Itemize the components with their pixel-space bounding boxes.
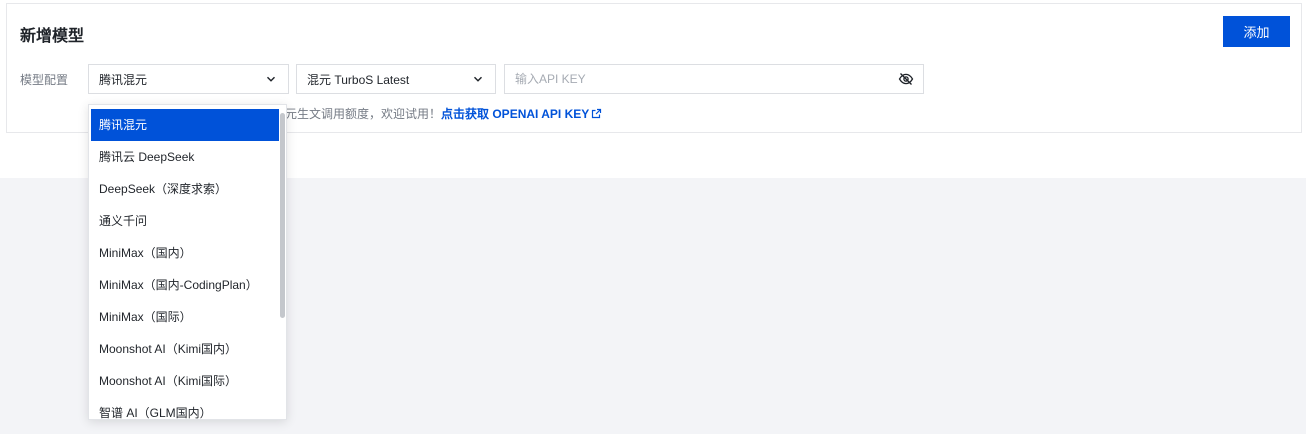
- chevron-down-icon: [264, 72, 278, 86]
- dropdown-item[interactable]: MiniMax（国内-CodingPlan）: [91, 269, 279, 301]
- model-select-value: 混元 TurboS Latest: [307, 72, 410, 87]
- dropdown-item[interactable]: 智谱 AI（GLM国内）: [91, 397, 279, 419]
- dropdown-item[interactable]: Moonshot AI（Kimi国内）: [91, 333, 279, 365]
- hint-message: 元生文调用额度，欢迎试用！: [285, 107, 442, 121]
- hint-text: 元生文调用额度，欢迎试用！点击获取 OPENAI API KEY: [285, 105, 602, 122]
- external-link-icon: [592, 108, 602, 119]
- model-config-label: 模型配置: [20, 73, 69, 87]
- api-key-input[interactable]: [515, 72, 897, 86]
- panel-title: 新增模型: [20, 28, 85, 45]
- dropdown-item[interactable]: DeepSeek（深度求索）: [91, 173, 279, 205]
- chevron-down-icon: [471, 72, 485, 86]
- model-select[interactable]: 混元 TurboS Latest: [296, 64, 496, 94]
- dropdown-item[interactable]: Moonshot AI（Kimi国际）: [91, 365, 279, 397]
- provider-select[interactable]: 腾讯混元: [88, 64, 289, 94]
- dropdown-item[interactable]: MiniMax（国际）: [91, 301, 279, 333]
- add-button[interactable]: 添加: [1223, 16, 1290, 47]
- dropdown-list: 腾讯混元 腾讯云 DeepSeek DeepSeek（深度求索） 通义千问 Mi…: [91, 109, 279, 419]
- dropdown-item[interactable]: MiniMax（国内）: [91, 237, 279, 269]
- api-key-field[interactable]: [504, 64, 924, 94]
- eye-off-icon[interactable]: [897, 70, 915, 88]
- scrollbar-thumb[interactable]: [280, 113, 285, 318]
- dropdown-scrollbar[interactable]: [279, 109, 286, 415]
- get-api-key-link-label: 点击获取 OPENAI API KEY: [441, 107, 590, 121]
- dropdown-item[interactable]: 腾讯云 DeepSeek: [91, 141, 279, 173]
- dropdown-item[interactable]: 通义千问: [91, 205, 279, 237]
- provider-dropdown: 腾讯混元 腾讯云 DeepSeek DeepSeek（深度求索） 通义千问 Mi…: [88, 104, 287, 420]
- get-api-key-link[interactable]: 点击获取 OPENAI API KEY: [441, 107, 602, 121]
- provider-select-value: 腾讯混元: [99, 72, 148, 87]
- dropdown-item[interactable]: 腾讯混元: [91, 109, 279, 141]
